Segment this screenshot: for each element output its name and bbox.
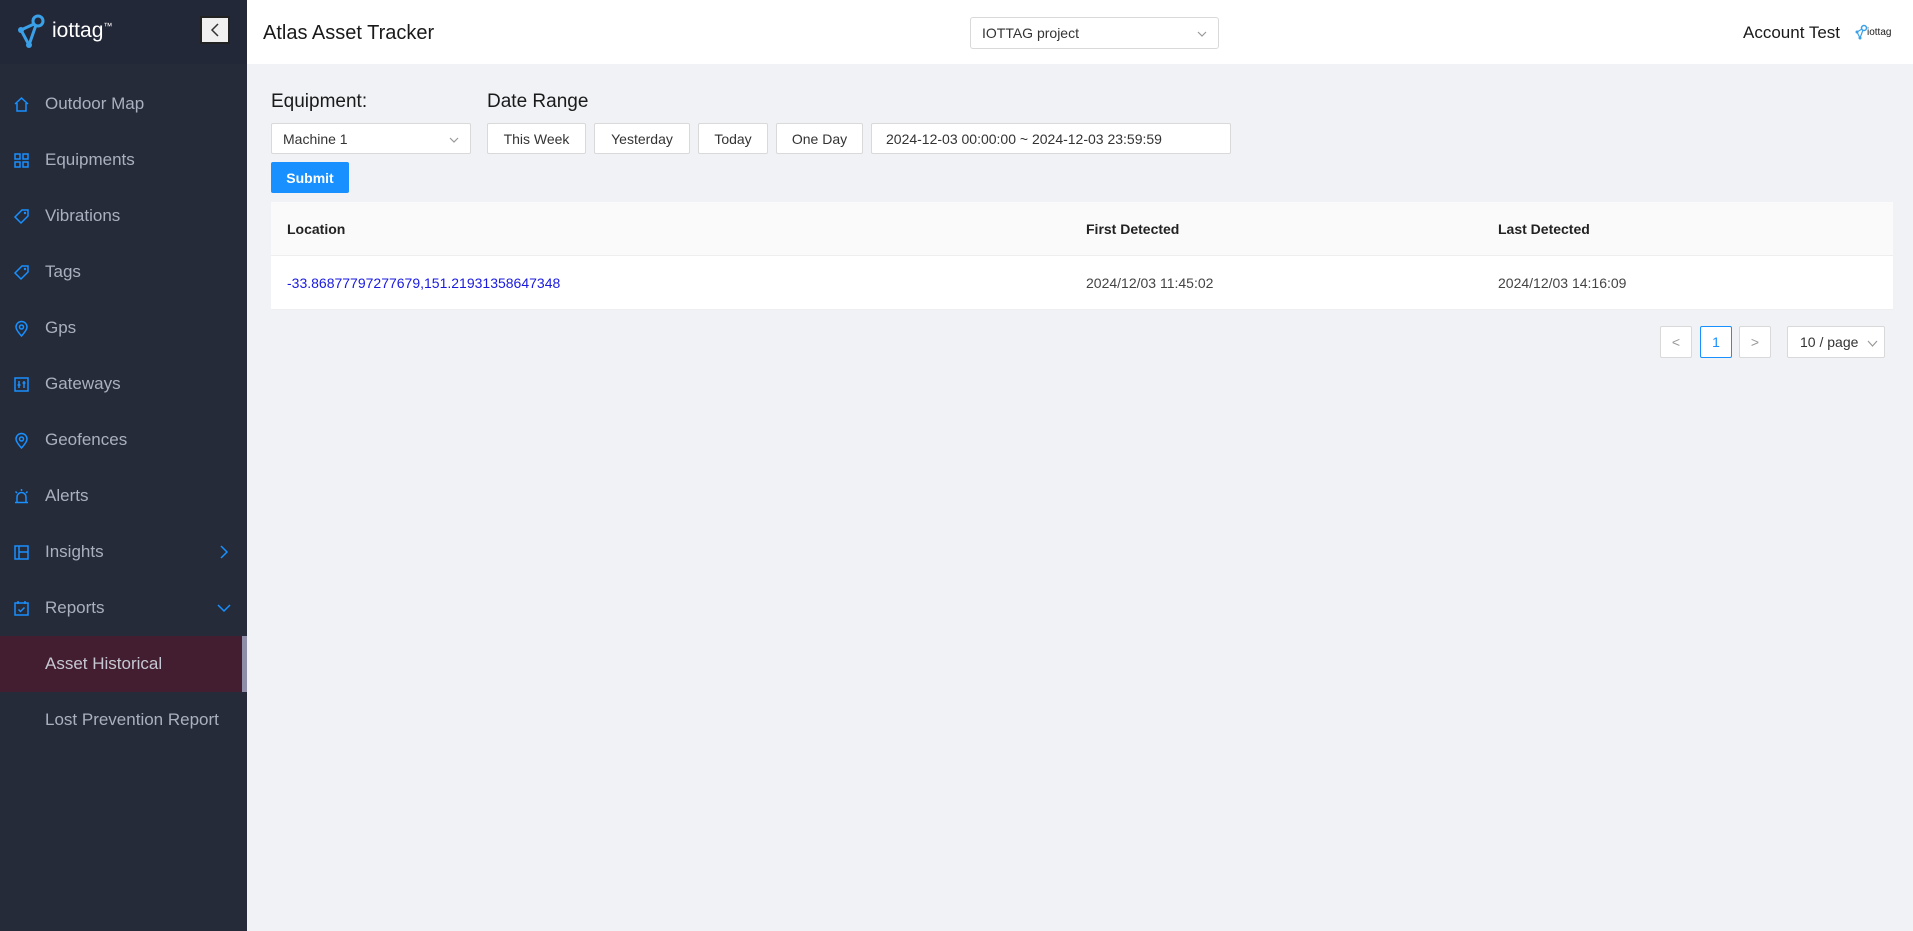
chevron-left-icon bbox=[210, 23, 219, 37]
equipment-select[interactable]: Machine 1 bbox=[271, 123, 471, 154]
gateway-icon bbox=[14, 377, 29, 392]
location-pin-icon bbox=[15, 320, 28, 337]
table-header: Location First Detected Last Detected bbox=[271, 202, 1893, 256]
column-header-last-detected[interactable]: Last Detected bbox=[1498, 221, 1590, 237]
column-header-location[interactable]: Location bbox=[287, 221, 345, 237]
sidebar-subitem-asset-historical[interactable]: Asset Historical bbox=[0, 636, 247, 692]
sidebar-item-outdoor-map[interactable]: Outdoor Map bbox=[0, 76, 247, 132]
chevron-down-icon bbox=[1867, 340, 1878, 347]
grid-icon bbox=[14, 153, 29, 168]
brand: iottag™ bbox=[0, 0, 247, 64]
sidebar-item-label: Outdoor Map bbox=[45, 94, 145, 113]
sidebar-item-gateways[interactable]: Gateways bbox=[0, 356, 247, 412]
insights-icon bbox=[14, 545, 29, 560]
last-detected-cell: 2024/12/03 14:16:09 bbox=[1498, 275, 1627, 291]
sidebar-item-geofences[interactable]: Geofences bbox=[0, 412, 247, 468]
first-detected-cell: 2024/12/03 11:45:02 bbox=[1086, 275, 1214, 291]
chevron-right-icon bbox=[220, 545, 229, 559]
sidebar-item-label: Tags bbox=[45, 262, 81, 281]
sidebar-item-label: Alerts bbox=[45, 486, 89, 505]
history-table: Location First Detected Last Detected -3… bbox=[271, 202, 1893, 310]
this-week-button[interactable]: This Week bbox=[487, 123, 586, 154]
pagination-next-button[interactable]: > bbox=[1739, 326, 1771, 358]
sidebar-item-label: Insights bbox=[45, 542, 104, 561]
home-icon bbox=[14, 96, 29, 112]
alarm-icon bbox=[14, 489, 29, 504]
sidebar-item-label: Equipments bbox=[45, 150, 135, 169]
sidebar-subitem-label: Asset Historical bbox=[45, 654, 163, 673]
sidebar-item-label: Reports bbox=[45, 598, 105, 617]
sidebar-item-gps[interactable]: Gps bbox=[0, 300, 247, 356]
date-range-input[interactable]: 2024-12-03 00:00:00 ~ 2024-12-03 23:59:5… bbox=[871, 123, 1231, 154]
sidebar-item-insights[interactable]: Insights bbox=[0, 524, 247, 580]
header: Atlas Asset Tracker IOTTAG project Accou… bbox=[247, 0, 1913, 64]
tag-icon bbox=[13, 209, 29, 225]
sidebar-nav: Outdoor Map Equipments Vibrations Tags G… bbox=[0, 76, 247, 748]
sidebar-item-label: Gateways bbox=[45, 374, 121, 393]
mini-logo-text: iottag bbox=[1867, 27, 1892, 38]
pagination-prev-button[interactable]: < bbox=[1660, 326, 1692, 358]
project-select[interactable]: IOTTAG project bbox=[970, 17, 1219, 49]
sidebar-item-reports[interactable]: Reports bbox=[0, 580, 247, 636]
tag-icon bbox=[13, 265, 29, 281]
app-title: Atlas Asset Tracker bbox=[263, 22, 435, 44]
submit-button[interactable]: Submit bbox=[271, 162, 349, 193]
page-size-select[interactable]: 10 / page bbox=[1787, 326, 1885, 358]
one-day-button[interactable]: One Day bbox=[776, 123, 863, 154]
column-header-first-detected[interactable]: First Detected bbox=[1086, 221, 1179, 237]
sidebar-item-label: Vibrations bbox=[45, 206, 121, 225]
pagination-page-1[interactable]: 1 bbox=[1700, 326, 1732, 358]
table-row: -33.86877797277679,151.21931358647348 20… bbox=[271, 256, 1893, 310]
equipment-select-value: Machine 1 bbox=[283, 131, 348, 147]
sidebar-item-label: Gps bbox=[45, 318, 77, 337]
location-link[interactable]: -33.86877797277679,151.21931358647348 bbox=[287, 275, 560, 291]
sidebar-item-vibrations[interactable]: Vibrations bbox=[0, 188, 247, 244]
sidebar-item-equipments[interactable]: Equipments bbox=[0, 132, 247, 188]
iottag-logo-icon bbox=[18, 14, 45, 48]
chevron-down-icon bbox=[217, 604, 231, 613]
sidebar: iottag™ Outdoor Map Equipments Vibration… bbox=[0, 0, 247, 931]
project-select-value: IOTTAG project bbox=[982, 25, 1079, 41]
date-range-label: Date Range bbox=[487, 91, 589, 112]
today-button[interactable]: Today bbox=[698, 123, 768, 154]
sidebar-item-alerts[interactable]: Alerts bbox=[0, 468, 247, 524]
account-name[interactable]: Account Test bbox=[1743, 23, 1840, 43]
collapse-sidebar-button[interactable] bbox=[200, 16, 230, 44]
brand-name: iottag™ bbox=[52, 19, 113, 42]
sidebar-subitem-label: Lost Prevention Report bbox=[45, 710, 219, 729]
yesterday-button[interactable]: Yesterday bbox=[594, 123, 690, 154]
sidebar-subitem-lost-prevention-report[interactable]: Lost Prevention Report bbox=[0, 692, 247, 748]
reports-icon bbox=[14, 601, 29, 616]
chevron-down-icon bbox=[1197, 31, 1207, 37]
sidebar-item-tags[interactable]: Tags bbox=[0, 244, 247, 300]
location-pin-icon bbox=[15, 432, 28, 449]
page-size-value: 10 / page bbox=[1800, 334, 1859, 350]
chevron-down-icon bbox=[449, 137, 459, 143]
sidebar-item-label: Geofences bbox=[45, 430, 128, 449]
equipment-label: Equipment: bbox=[271, 91, 368, 112]
